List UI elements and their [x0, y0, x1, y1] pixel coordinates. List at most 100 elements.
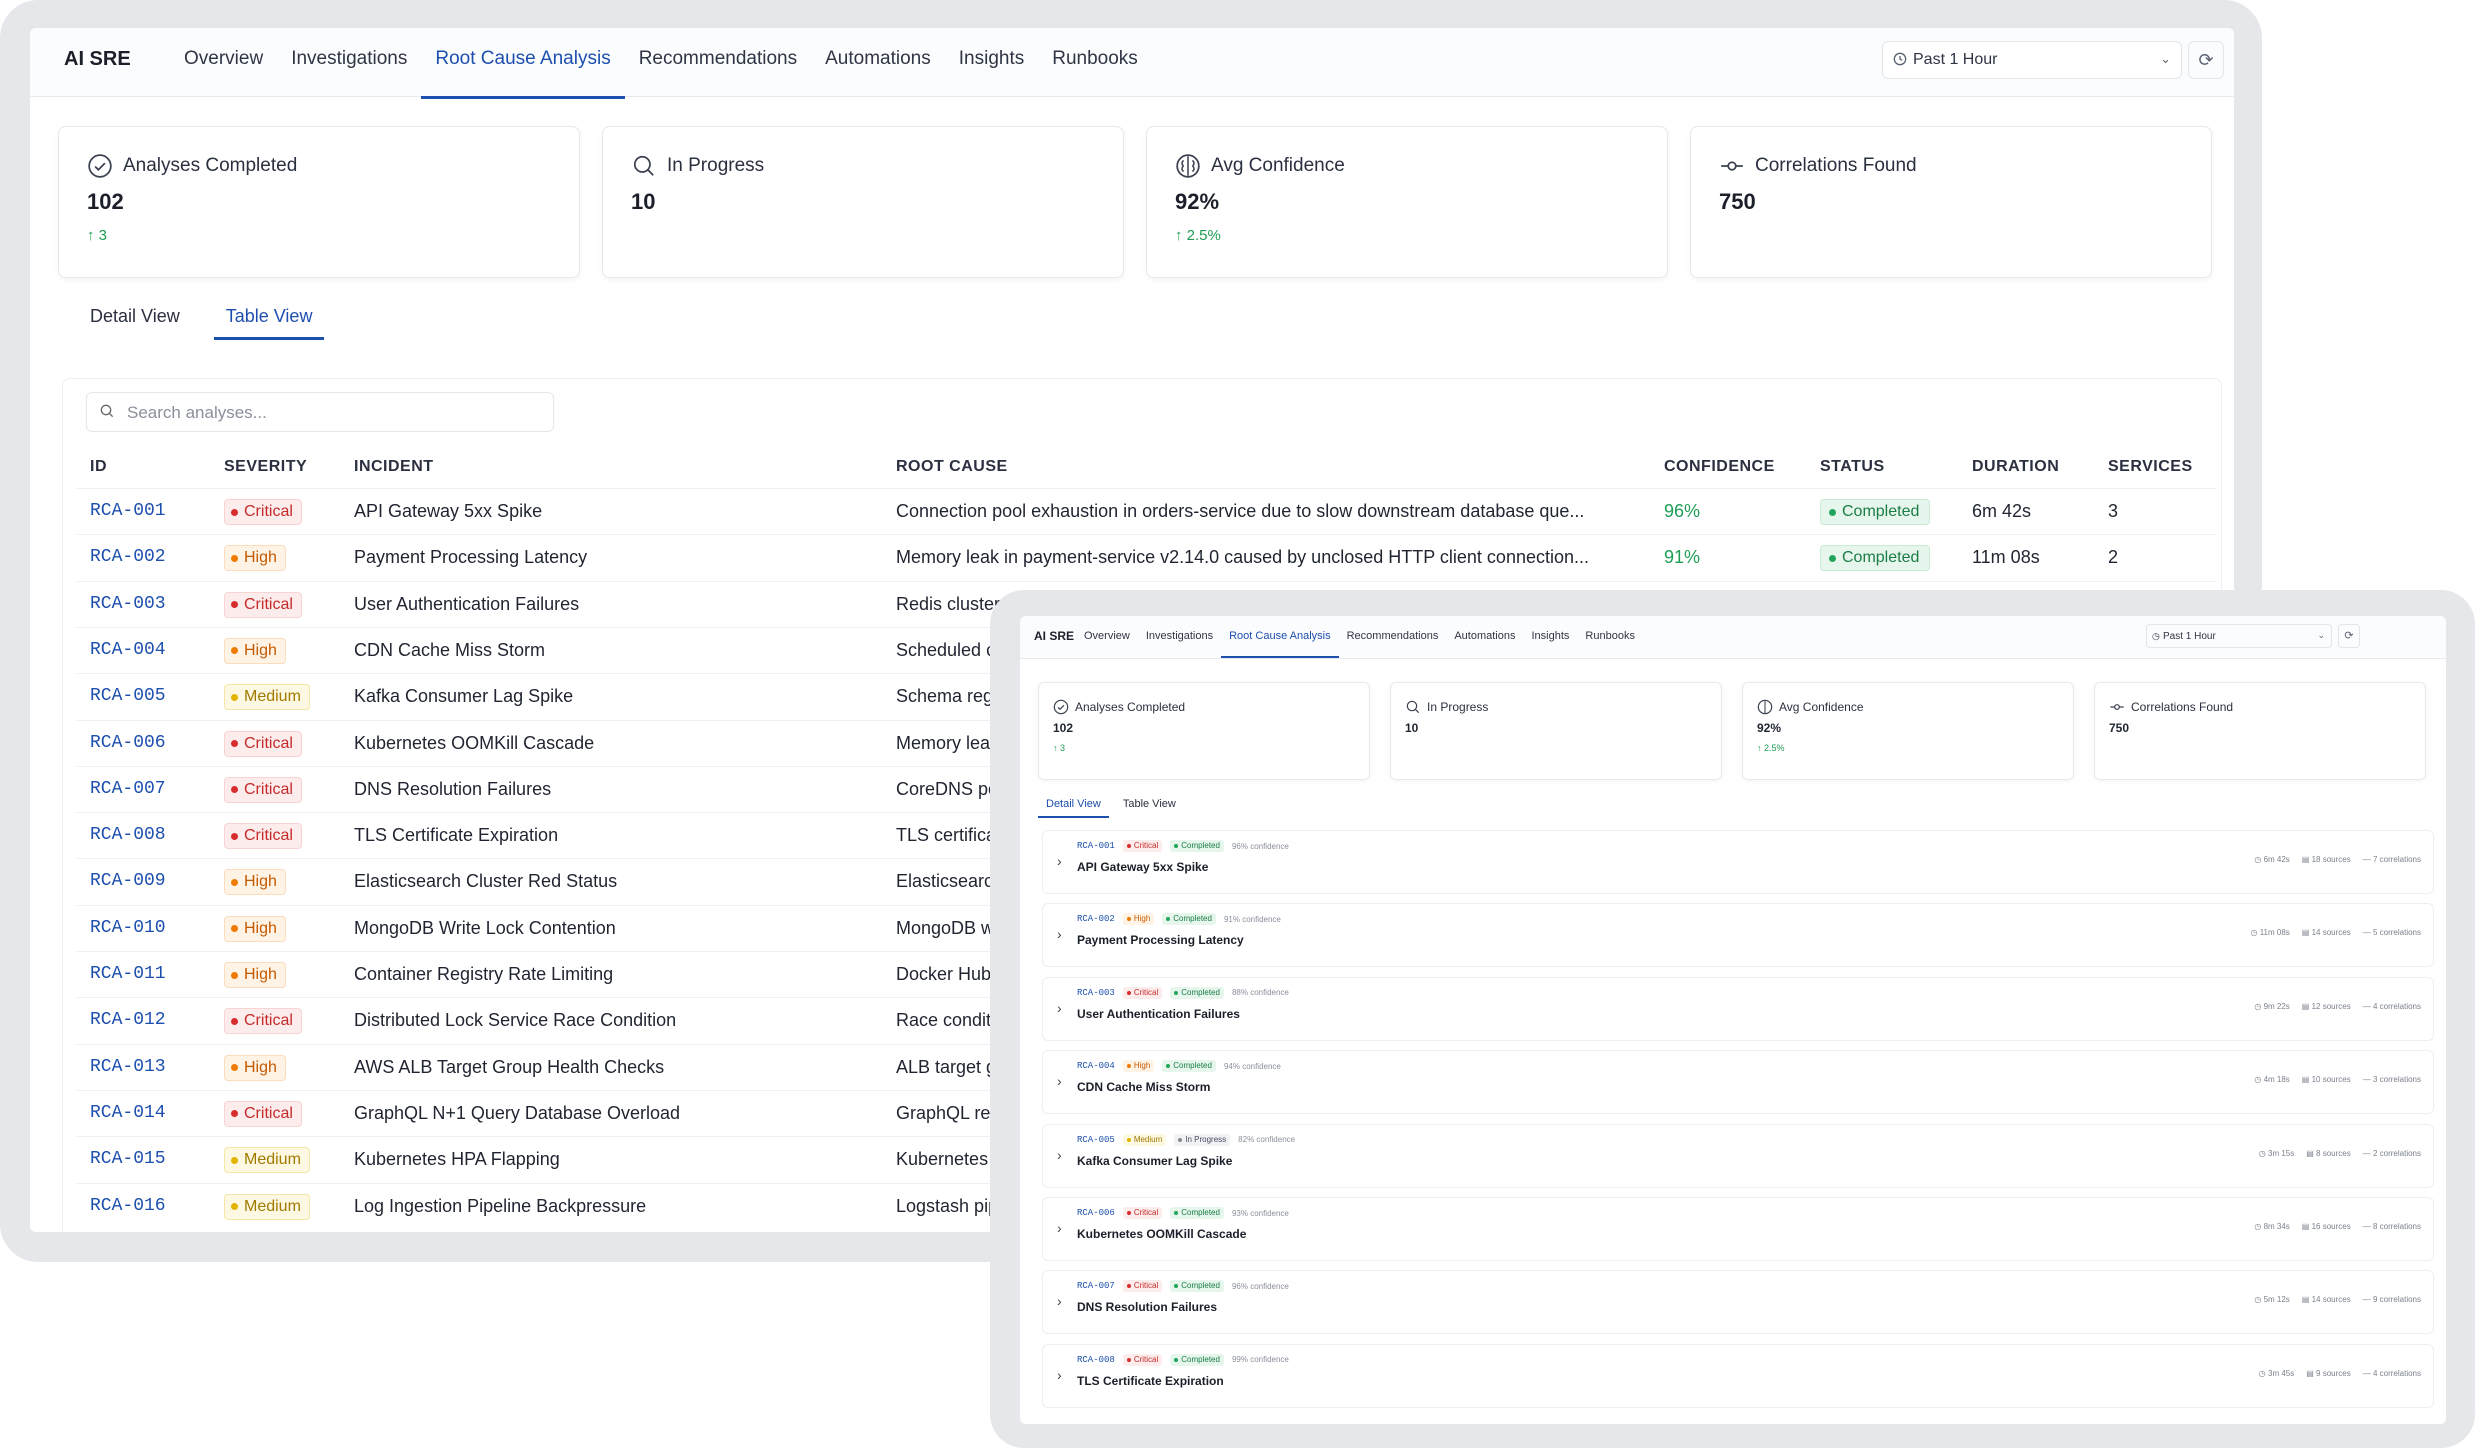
correlations-meta: — 9 correlations: [2362, 1295, 2421, 1305]
brand-logo: AI SRE: [1034, 629, 1075, 643]
nav-insights[interactable]: Insights: [1523, 616, 1577, 656]
column-header[interactable]: DURATION: [1972, 458, 2059, 476]
time-range-select[interactable]: Past 1 Hour ⌄: [1882, 41, 2182, 79]
chevron-right-icon[interactable]: ›: [1057, 1293, 1062, 1309]
analysis-card[interactable]: › RCA-005 Medium In Progress 82% confidence K…: [1042, 1123, 2434, 1188]
severity-dot-icon: [231, 554, 238, 562]
clock-icon: ◷: [2258, 1148, 2266, 1158]
analysis-id-link[interactable]: RCA-012: [90, 1010, 166, 1030]
tab-detail-view[interactable]: Detail View: [78, 298, 192, 340]
clock-icon: ◷: [2254, 1295, 2262, 1305]
severity-badge: Critical: [1122, 1280, 1163, 1293]
top-nav: AI SRE Overview Investigations Root Caus…: [1020, 616, 2446, 659]
nav-investigations[interactable]: Investigations: [277, 28, 421, 96]
link-icon: —: [2362, 1295, 2371, 1305]
analysis-id-link[interactable]: RCA-002: [90, 547, 166, 567]
chevron-right-icon[interactable]: ›: [1057, 1147, 1062, 1163]
analysis-id-link[interactable]: RCA-010: [90, 918, 166, 938]
time-range-label: Past 1 Hour: [1913, 51, 1998, 68]
root-cause-text: Memory leak in payment-service v2.14.0 c…: [896, 547, 1589, 568]
nav-runbooks[interactable]: Runbooks: [1577, 616, 1643, 656]
refresh-button[interactable]: ⟳: [2188, 41, 2224, 79]
incident-name: Container Registry Rate Limiting: [354, 964, 614, 984]
refresh-button[interactable]: ⟳: [2338, 624, 2360, 648]
search-input[interactable]: Search analyses...: [86, 392, 554, 432]
duration-meta: ◷ 3m 45s: [2258, 1368, 2295, 1378]
analysis-meta: ◷ 9m 22s ▤ 12 sources — 4 correlations: [2254, 1002, 2421, 1011]
severity-dot-icon: [1126, 1284, 1131, 1289]
analysis-meta: ◷ 3m 15s ▤ 8 sources — 2 correlations: [2259, 1149, 2421, 1158]
tab-table-view[interactable]: Table View: [1115, 794, 1184, 818]
analysis-card[interactable]: › RCA-008 Critical Completed 99% confidence T…: [1042, 1343, 2434, 1408]
status-badge: Completed: [1820, 545, 1931, 572]
tab-detail-view[interactable]: Detail View: [1038, 794, 1109, 818]
analysis-card[interactable]: › RCA-004 High Completed 94% confidence CDN C…: [1042, 1050, 2434, 1115]
column-header[interactable]: ID: [90, 458, 107, 476]
nav-insights[interactable]: Insights: [945, 28, 1038, 96]
analysis-id-link[interactable]: RCA-008: [90, 825, 166, 845]
nav-automations[interactable]: Automations: [1446, 616, 1523, 656]
analysis-id-link[interactable]: RCA-009: [90, 871, 166, 891]
analysis-id-link[interactable]: RCA-001: [90, 501, 166, 521]
stat-delta: ↑ 3: [1053, 743, 1066, 753]
analysis-id: RCA-003: [1077, 987, 1115, 998]
stat-card-analyses-completed: Analyses Completed 102 ↑ 3: [1038, 682, 1370, 780]
table-row[interactable]: RCA-002 High Payment Processing Latency Mem…: [76, 534, 2216, 581]
analysis-id-link[interactable]: RCA-014: [90, 1103, 166, 1123]
nav-root-cause-analysis[interactable]: Root Cause Analysis: [1221, 616, 1339, 658]
table-row[interactable]: RCA-001 Critical API Gateway 5xx Spike Conn…: [76, 488, 2216, 535]
analysis-id-link[interactable]: RCA-011: [90, 964, 166, 984]
stat-card-in-progress: In Progress 10: [602, 126, 1124, 278]
analysis-id-link[interactable]: RCA-004: [90, 640, 166, 660]
database-icon: ▤: [2306, 1148, 2314, 1158]
analysis-card[interactable]: › RCA-001 Critical Completed 96% confidence A…: [1042, 830, 2434, 894]
column-header[interactable]: SERVICES: [2108, 458, 2193, 476]
correlations-meta: — 4 correlations: [2362, 1001, 2421, 1011]
analysis-id-link[interactable]: RCA-003: [90, 594, 166, 614]
analysis-id-link[interactable]: RCA-013: [90, 1057, 166, 1077]
time-range-select[interactable]: ◷ Past 1 Hour ⌄: [2146, 624, 2332, 648]
column-header[interactable]: SEVERITY: [224, 458, 307, 476]
chevron-right-icon[interactable]: ›: [1057, 1000, 1062, 1016]
analysis-card[interactable]: › RCA-006 Critical Completed 93% confidence K…: [1042, 1197, 2434, 1261]
chevron-right-icon[interactable]: ›: [1057, 1073, 1062, 1089]
severity-dot-icon: [1126, 1137, 1131, 1142]
status-dot-icon: [1829, 554, 1836, 562]
column-header[interactable]: INCIDENT: [354, 458, 434, 476]
nav-overview[interactable]: Overview: [170, 28, 277, 96]
column-header[interactable]: STATUS: [1820, 458, 1885, 476]
analysis-id-link[interactable]: RCA-006: [90, 733, 166, 753]
analysis-id-link[interactable]: RCA-015: [90, 1149, 166, 1169]
status-badge: Completed: [1170, 986, 1224, 999]
clock-icon: ◷: [2254, 1001, 2262, 1011]
nav-overview[interactable]: Overview: [1076, 616, 1138, 656]
duration-meta: ◷ 11m 08s: [2250, 928, 2290, 938]
nav-recommendations[interactable]: Recommendations: [625, 28, 811, 96]
nav-automations[interactable]: Automations: [811, 28, 945, 96]
analysis-card[interactable]: › RCA-007 Critical Completed 96% confidence D…: [1042, 1270, 2434, 1335]
nav-runbooks[interactable]: Runbooks: [1038, 28, 1152, 96]
analysis-meta: ◷ 6m 42s ▤ 18 sources — 7 correlations: [2254, 855, 2421, 864]
column-header[interactable]: CONFIDENCE: [1664, 458, 1775, 476]
chevron-right-icon[interactable]: ›: [1057, 1220, 1062, 1236]
column-header[interactable]: ROOT CAUSE: [896, 458, 1008, 476]
confidence-value: 96%: [1664, 501, 1701, 521]
chevron-right-icon[interactable]: ›: [1057, 853, 1062, 869]
status-dot-icon: [1178, 1137, 1183, 1142]
severity-badge: Medium: [224, 1147, 310, 1174]
analysis-id-link[interactable]: RCA-016: [90, 1196, 166, 1216]
stat-title: Avg Confidence: [1779, 700, 1864, 714]
stat-value: 92%: [1175, 189, 1220, 214]
chevron-right-icon[interactable]: ›: [1057, 1367, 1062, 1383]
nav-root-cause-analysis[interactable]: Root Cause Analysis: [421, 28, 625, 99]
analysis-card[interactable]: › RCA-002 High Completed 91% confidence Payme…: [1042, 903, 2434, 968]
clock-icon: ◷: [2254, 1222, 2262, 1231]
analysis-card[interactable]: › RCA-003 Critical Completed 88% confidence U…: [1042, 976, 2434, 1041]
nav-investigations[interactable]: Investigations: [1138, 616, 1221, 656]
nav-recommendations[interactable]: Recommendations: [1339, 616, 1447, 656]
tab-table-view[interactable]: Table View: [213, 298, 325, 340]
analysis-id-link[interactable]: RCA-007: [90, 779, 166, 799]
severity-dot-icon: [231, 647, 238, 655]
chevron-right-icon[interactable]: ›: [1057, 926, 1062, 942]
analysis-id-link[interactable]: RCA-005: [90, 686, 166, 706]
